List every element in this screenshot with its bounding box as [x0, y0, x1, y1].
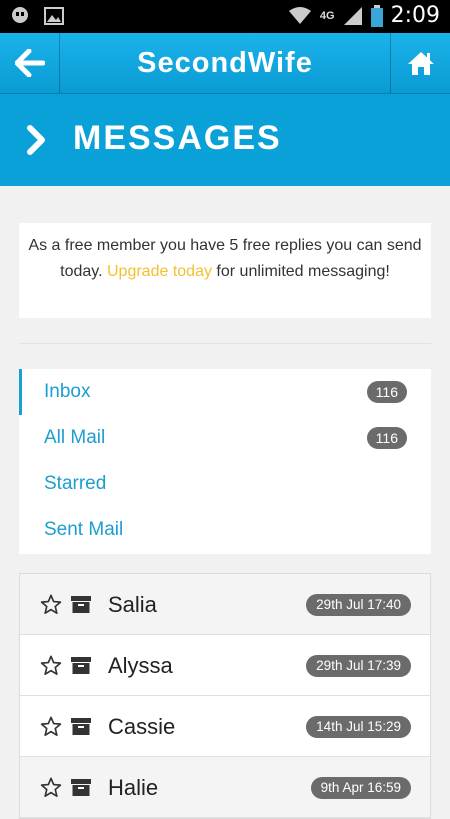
- app-header: SecondWife: [0, 33, 450, 94]
- folder-starred[interactable]: Starred: [19, 461, 431, 507]
- page-title: MESSAGES: [73, 119, 282, 157]
- message-row[interactable]: Salia 29th Jul 17:40: [20, 574, 430, 635]
- folder-label: Starred: [44, 473, 107, 494]
- signal-icon: [343, 6, 362, 25]
- chevron-right-icon: [27, 125, 45, 155]
- battery-icon: [370, 4, 383, 27]
- unread-count-badge: 116: [366, 381, 407, 403]
- folder-all-mail[interactable]: All Mail 116: [19, 415, 431, 461]
- page-header: MESSAGES: [0, 94, 450, 186]
- upgrade-link[interactable]: Upgrade today: [107, 263, 212, 280]
- message-date-badge: 9th Apr 16:59: [310, 777, 411, 799]
- free-member-notice: As a free member you have 5 free replies…: [19, 223, 431, 318]
- star-icon[interactable]: [40, 777, 62, 798]
- folder-label: All Mail: [44, 427, 106, 448]
- app-title: SecondWife: [137, 47, 313, 79]
- folder-inbox[interactable]: Inbox 116: [19, 369, 431, 415]
- sender-name: Halie: [108, 775, 159, 800]
- folder-sent-mail[interactable]: Sent Mail: [19, 507, 431, 553]
- clock: 2:09: [390, 3, 440, 28]
- folder-label: Sent Mail: [44, 519, 124, 540]
- status-bar: 4G 2:09: [0, 0, 450, 33]
- message-row[interactable]: Alyssa 29th Jul 17:39: [20, 635, 430, 696]
- sender-name: Cassie: [108, 714, 176, 739]
- message-row[interactable]: Halie 9th Apr 16:59: [20, 757, 430, 818]
- sender-name: Alyssa: [108, 653, 173, 678]
- message-row[interactable]: Cassie 14th Jul 15:29: [20, 696, 430, 757]
- divider: [19, 343, 431, 344]
- message-list: Salia 29th Jul 17:40 Alyssa 29th Jul 17:…: [19, 573, 431, 819]
- archive-icon[interactable]: [71, 779, 91, 796]
- wifi-icon: [288, 6, 311, 24]
- message-date-badge: 14th Jul 15:29: [306, 716, 411, 738]
- unread-count-badge: 116: [366, 427, 407, 449]
- message-date-badge: 29th Jul 17:40: [306, 594, 411, 616]
- archive-icon[interactable]: [71, 596, 91, 613]
- notice-text-end: for unlimited messaging!: [216, 263, 390, 280]
- star-icon[interactable]: [40, 655, 62, 676]
- folder-label: Inbox: [44, 381, 91, 402]
- home-icon: [407, 52, 434, 75]
- archive-icon[interactable]: [71, 657, 91, 674]
- home-button[interactable]: [390, 33, 450, 93]
- message-date-badge: 29th Jul 17:39: [306, 655, 411, 677]
- sender-name: Salia: [108, 592, 157, 617]
- folder-list: Inbox 116 All Mail 116 Starred Sent Mail: [19, 369, 431, 554]
- gallery-icon: [44, 7, 64, 25]
- star-icon[interactable]: [40, 594, 62, 615]
- arrow-left-icon: [14, 49, 45, 77]
- back-button[interactable]: [0, 33, 60, 93]
- hangouts-icon: [12, 7, 28, 23]
- network-type: 4G: [319, 9, 335, 22]
- archive-icon[interactable]: [71, 718, 91, 735]
- star-icon[interactable]: [40, 716, 62, 737]
